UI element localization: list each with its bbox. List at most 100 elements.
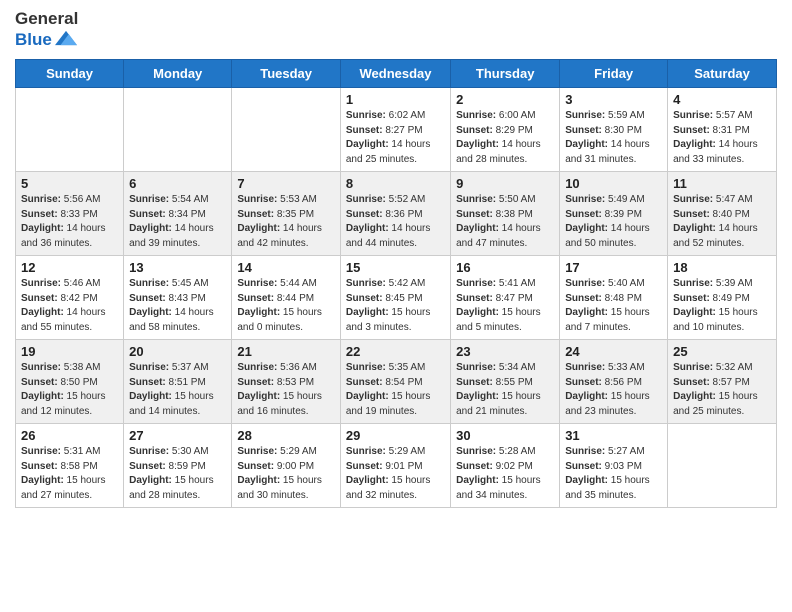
weekday-header: Sunday	[16, 60, 124, 88]
day-number: 27	[129, 428, 226, 443]
day-info: Sunrise: 5:27 AMSunset: 9:03 PMDaylight:…	[565, 445, 662, 503]
day-info: Sunrise: 5:59 AMSunset: 8:30 PMDaylight:…	[565, 109, 662, 167]
calendar-day-cell: 25Sunrise: 5:32 AMSunset: 8:57 PMDayligh…	[668, 340, 777, 424]
page: General Blue SundayMondayTuesdayWednesda…	[0, 0, 792, 612]
day-info-line: Daylight: 15 hours and 12 minutes.	[21, 390, 118, 419]
day-number: 16	[456, 260, 554, 275]
calendar-week-row: 19 Sunrise: 5:38 AMSunset: 8:50 PMDayligh…	[16, 340, 777, 424]
day-info: Sunrise: 5:42 AMSunset: 8:45 PMDaylight:…	[346, 277, 445, 335]
calendar-day-cell: 16 Sunrise: 5:41 AMSunset: 8:47 PMDayligh…	[451, 256, 560, 340]
day-info-line: Sunset: 9:03 PM	[565, 460, 662, 475]
day-number: 1	[346, 92, 445, 107]
day-info-line: Daylight: 15 hours and 23 minutes.	[565, 390, 662, 419]
day-info-line: Sunset: 8:43 PM	[129, 292, 226, 307]
weekday-header: Friday	[560, 60, 668, 88]
day-info: Sunrise: 5:32 AMSunset: 8:57 PMDaylight:…	[673, 361, 771, 419]
day-info-line: Daylight: 15 hours and 27 minutes.	[21, 474, 118, 503]
day-info-line: Daylight: 15 hours and 32 minutes.	[346, 474, 445, 503]
day-info-line: Sunrise: 5:57 AM	[673, 109, 771, 124]
day-number: 19	[21, 344, 118, 359]
day-info: Sunrise: 5:37 AMSunset: 8:51 PMDaylight:…	[129, 361, 226, 419]
day-info-line: Sunrise: 5:29 AM	[346, 445, 445, 460]
day-info-line: Sunset: 8:47 PM	[456, 292, 554, 307]
calendar-day-cell: 9Sunrise: 5:50 AMSunset: 8:38 PMDaylight…	[451, 172, 560, 256]
calendar-day-cell: 20 Sunrise: 5:37 AMSunset: 8:51 PMDayligh…	[124, 340, 232, 424]
day-info-line: Sunrise: 6:00 AM	[456, 109, 554, 124]
weekday-header: Tuesday	[232, 60, 341, 88]
day-info: Sunrise: 5:38 AMSunset: 8:50 PMDaylight:…	[21, 361, 118, 419]
day-number: 28	[237, 428, 335, 443]
day-info-line: Sunset: 8:55 PM	[456, 376, 554, 391]
day-info-line: Daylight: 15 hours and 3 minutes.	[346, 306, 445, 335]
weekday-header: Saturday	[668, 60, 777, 88]
day-info: Sunrise: 5:34 AMSunset: 8:55 PMDaylight:…	[456, 361, 554, 419]
weekday-header: Thursday	[451, 60, 560, 88]
day-info: Sunrise: 5:30 AMSunset: 8:59 PMDaylight:…	[129, 445, 226, 503]
day-info-line: Sunrise: 5:34 AM	[456, 361, 554, 376]
header: General Blue	[15, 10, 777, 51]
day-number: 7	[237, 176, 335, 191]
day-number: 4	[673, 92, 771, 107]
day-info-line: Sunset: 9:02 PM	[456, 460, 554, 475]
day-number: 13	[129, 260, 226, 275]
day-info-line: Daylight: 15 hours and 34 minutes.	[456, 474, 554, 503]
logo-blue: Blue	[15, 27, 78, 51]
day-info-line: Sunset: 8:42 PM	[21, 292, 118, 307]
day-number: 15	[346, 260, 445, 275]
day-number: 3	[565, 92, 662, 107]
day-info-line: Daylight: 15 hours and 0 minutes.	[237, 306, 335, 335]
day-info: Sunrise: 6:00 AMSunset: 8:29 PMDaylight:…	[456, 109, 554, 167]
day-info: Sunrise: 5:53 AMSunset: 8:35 PMDaylight:…	[237, 193, 335, 251]
calendar-week-row: 1 Sunrise: 6:02 AMSunset: 8:27 PMDaylight…	[16, 88, 777, 172]
calendar-week-row: 12 Sunrise: 5:46 AMSunset: 8:42 PM Dayligh…	[16, 256, 777, 340]
day-info-line: Sunrise: 5:46 AM	[21, 277, 118, 292]
day-info-line: Daylight: 14 hours and 42 minutes.	[237, 222, 335, 251]
day-info: Sunrise: 5:39 AMSunset: 8:49 PMDaylight:…	[673, 277, 771, 335]
calendar-day-cell: 10Sunrise: 5:49 AMSunset: 8:39 PMDayligh…	[560, 172, 668, 256]
day-info-line: Sunrise: 5:49 AM	[565, 193, 662, 208]
day-info-line: Sunrise: 5:29 AM	[237, 445, 335, 460]
day-number: 8	[346, 176, 445, 191]
calendar-table: SundayMondayTuesdayWednesdayThursdayFrid…	[15, 59, 777, 508]
day-info-line: Daylight: 14 hours and 33 minutes.	[673, 138, 771, 167]
day-info-line: Sunset: 8:27 PM	[346, 124, 445, 139]
calendar-day-cell: 17Sunrise: 5:40 AMSunset: 8:48 PMDayligh…	[560, 256, 668, 340]
day-info-line: Sunset: 8:50 PM	[21, 376, 118, 391]
day-info-line: Sunset: 8:56 PM	[565, 376, 662, 391]
day-number: 26	[21, 428, 118, 443]
day-info-line: Sunrise: 5:53 AM	[237, 193, 335, 208]
day-info-line: Sunrise: 5:50 AM	[456, 193, 554, 208]
day-info: Sunrise: 6:02 AMSunset: 8:27 PMDaylight:…	[346, 109, 445, 167]
day-info-line: Daylight: 14 hours and 25 minutes.	[346, 138, 445, 167]
calendar-day-cell: 21Sunrise: 5:36 AMSunset: 8:53 PMDayligh…	[232, 340, 341, 424]
calendar-day-cell: 27 Sunrise: 5:30 AMSunset: 8:59 PMDayligh…	[124, 424, 232, 508]
day-number: 30	[456, 428, 554, 443]
calendar-day-cell: 19 Sunrise: 5:38 AMSunset: 8:50 PMDayligh…	[16, 340, 124, 424]
day-info-line: Sunset: 8:44 PM	[237, 292, 335, 307]
day-info: Sunrise: 5:41 AMSunset: 8:47 PMDaylight:…	[456, 277, 554, 335]
day-info: Sunrise: 5:40 AMSunset: 8:48 PMDaylight:…	[565, 277, 662, 335]
logo: General Blue	[15, 10, 78, 51]
day-info-line: Daylight: 14 hours and 28 minutes.	[456, 138, 554, 167]
day-info: Sunrise: 5:52 AMSunset: 8:36 PMDaylight:…	[346, 193, 445, 251]
day-info-line: Sunrise: 5:52 AM	[346, 193, 445, 208]
day-info-line: Sunset: 8:45 PM	[346, 292, 445, 307]
day-info-line: Sunset: 8:38 PM	[456, 208, 554, 223]
logo-general: General	[15, 10, 78, 27]
day-number: 22	[346, 344, 445, 359]
day-number: 12	[21, 260, 118, 275]
day-info-line: Sunset: 8:59 PM	[129, 460, 226, 475]
day-info-line: Sunrise: 5:35 AM	[346, 361, 445, 376]
day-number: 5	[21, 176, 118, 191]
day-info-line: Sunset: 8:34 PM	[129, 208, 226, 223]
calendar-day-cell: 18Sunrise: 5:39 AMSunset: 8:49 PMDayligh…	[668, 256, 777, 340]
day-info-line: Daylight: 14 hours and 47 minutes.	[456, 222, 554, 251]
day-number: 11	[673, 176, 771, 191]
calendar-day-cell: 12Sunrise: 5:46 AMSunset: 8:42 PMDayligh…	[16, 256, 124, 340]
calendar-day-cell: 5Sunrise: 5:56 AMSunset: 8:33 PMDaylight…	[16, 172, 124, 256]
day-info: Sunrise: 5:45 AMSunset: 8:43 PMDaylight:…	[129, 277, 226, 335]
calendar-day-cell: 29Sunrise: 5:29 AMSunset: 9:01 PMDayligh…	[340, 424, 450, 508]
logo-icon	[55, 27, 77, 49]
day-info-line: Sunset: 9:00 PM	[237, 460, 335, 475]
day-number: 20	[129, 344, 226, 359]
